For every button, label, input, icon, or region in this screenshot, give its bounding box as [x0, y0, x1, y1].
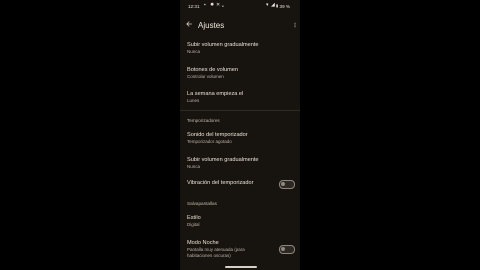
divider — [180, 110, 300, 111]
arrow-back-icon[interactable] — [185, 20, 193, 28]
setting-value: Temporizador agotado — [187, 139, 232, 144]
wifi-icon: ▾ — [266, 2, 269, 8]
setting-night-mode[interactable]: Modo Noche Pantalla muy atenuada (para h… — [180, 240, 300, 262]
battery-level: 39 % — [279, 4, 290, 9]
setting-title: La semana empieza el — [187, 91, 244, 97]
setting-timer-vibration[interactable]: Vibración del temporizador — [180, 180, 300, 190]
setting-title: Vibración del temporizador — [187, 180, 254, 186]
setting-value: Digital — [187, 222, 200, 227]
section-header-timers: Temporizadores — [187, 118, 220, 123]
setting-title: Subir volumen gradualmente — [187, 42, 259, 48]
signal-icon: ◢ — [271, 2, 275, 8]
status-time: 12:31 — [188, 4, 200, 9]
more-vert-icon[interactable] — [292, 21, 298, 29]
setting-value: Nunca — [187, 49, 201, 54]
phone-screen: 12:31 ▪ ✸ ✕ ● ▾ ◢ ▮ 39 % Ajustes Subir v… — [180, 0, 300, 270]
setting-week-start[interactable]: La semana empieza el Lunes — [180, 91, 300, 109]
setting-title: Estilo — [187, 215, 201, 221]
setting-timer-sound[interactable]: Sonido del temporizador Temporizador ago… — [180, 132, 300, 150]
dot-icon: ● — [222, 4, 224, 8]
night-mode-toggle[interactable] — [279, 245, 295, 254]
section-header-screensaver: Salvapantallas — [187, 201, 217, 206]
setting-value: Nunca — [187, 164, 201, 169]
vibration-toggle[interactable] — [279, 180, 295, 189]
battery-icon: ▮ — [276, 3, 279, 8]
setting-timer-volume-rise[interactable]: Subir volumen gradualmente Nunca — [180, 157, 300, 175]
gesture-nav-handle[interactable] — [225, 266, 257, 268]
toggle-thumb — [281, 246, 286, 251]
setting-value: Controlar volumen — [187, 74, 224, 79]
setting-screensaver-style[interactable]: Estilo Digital — [180, 215, 300, 233]
page-title: Ajustes — [198, 21, 225, 30]
setting-title: Modo Noche — [187, 240, 219, 246]
setting-title: Sonido del temporizador — [187, 132, 248, 138]
toggle-thumb — [281, 181, 286, 186]
setting-title: Subir volumen gradualmente — [187, 157, 259, 163]
setting-volume-rise[interactable]: Subir volumen gradualmente Nunca — [180, 42, 300, 60]
settings-icon: ✸ — [210, 2, 215, 8]
setting-title: Botones de volumen — [187, 67, 238, 73]
app-bar: Ajustes — [180, 15, 300, 37]
x-icon: ✕ — [216, 2, 221, 8]
status-bar: 12:31 ▪ ✸ ✕ ● ▾ ◢ ▮ 39 % — [180, 0, 300, 14]
setting-volume-buttons[interactable]: Botones de volumen Controlar volumen — [180, 67, 300, 85]
notification-icon: ▪ — [204, 2, 206, 8]
setting-value: Lunes — [187, 98, 200, 103]
setting-subtitle-line2: habitaciones oscuras) — [187, 253, 231, 258]
